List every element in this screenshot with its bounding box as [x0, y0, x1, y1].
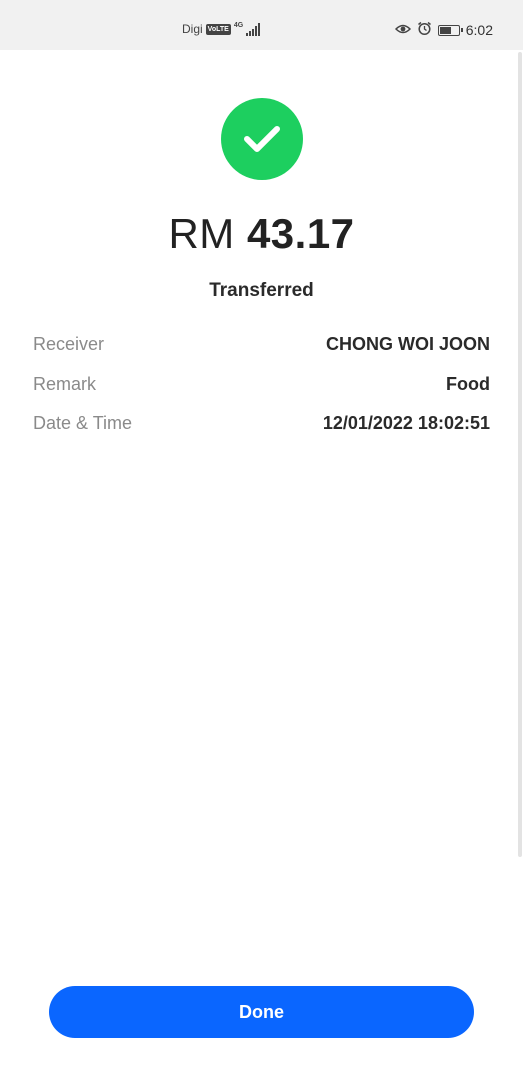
detail-row-datetime: Date & Time 12/01/2022 18:02:51 — [33, 404, 490, 444]
amount-value: 43.17 — [246, 210, 355, 257]
detail-row-remark: Remark Food — [33, 365, 490, 405]
success-check-icon — [221, 98, 303, 180]
currency-label: RM — [168, 210, 235, 257]
carrier-name: Digi — [182, 22, 203, 36]
network-type: 4G — [233, 21, 244, 29]
battery-icon — [437, 24, 463, 36]
detail-value: 12/01/2022 18:02:51 — [322, 413, 490, 434]
battery-fill — [439, 26, 451, 34]
transfer-amount: RM 43.17 — [0, 210, 523, 258]
volte-badge: VoLTE — [205, 23, 231, 35]
alarm-icon — [417, 21, 432, 39]
transfer-status: Transferred — [209, 280, 314, 301]
checkmark-icon — [244, 126, 280, 152]
status-icons: 6:02 — [394, 21, 493, 39]
detail-label: Receiver — [33, 334, 105, 355]
detail-label: Date & Time — [33, 413, 133, 434]
transaction-details: Receiver CHONG WOI JOON Remark Food Date… — [33, 325, 490, 444]
detail-value: CHONG WOI JOON — [325, 334, 490, 355]
carrier-group: Digi VoLTE 4G — [182, 21, 261, 36]
eye-icon — [394, 23, 411, 38]
done-button[interactable]: Done — [49, 986, 474, 1038]
status-bar: Digi VoLTE 4G 6:02 — [0, 0, 523, 50]
detail-label: Remark — [33, 373, 97, 394]
scrollbar[interactable] — [518, 52, 522, 857]
status-clock: 6:02 — [465, 22, 493, 38]
detail-value: Food — [446, 373, 490, 394]
detail-row-receiver: Receiver CHONG WOI JOON — [33, 325, 490, 365]
signal-icon — [246, 22, 261, 36]
